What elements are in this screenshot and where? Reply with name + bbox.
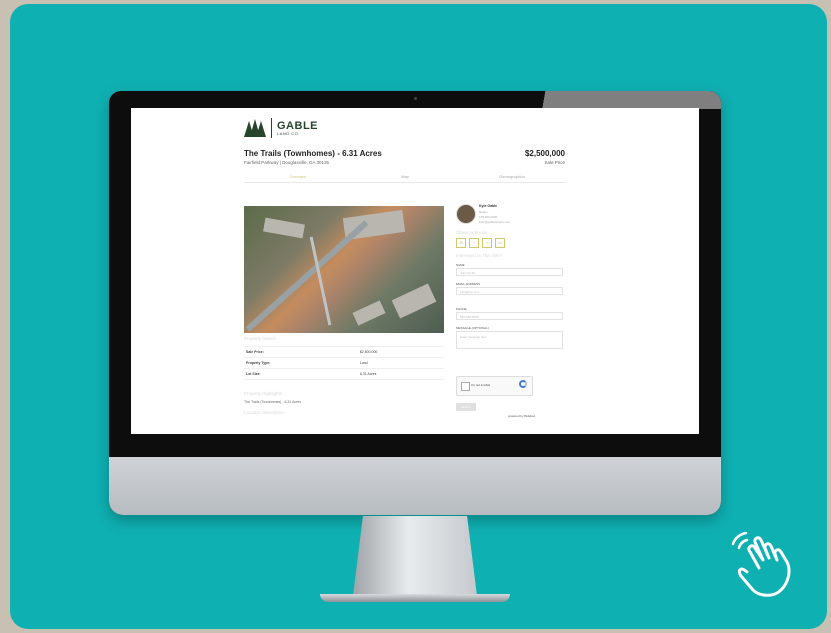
tab-overview[interactable]: Overview <box>244 171 351 182</box>
name-field[interactable]: John Smith <box>456 268 563 276</box>
detail-label: Lot Size: <box>244 368 358 380</box>
screen-glare <box>521 91 721 109</box>
email-share-icon[interactable]: ✉ <box>456 238 466 248</box>
monitor-stand <box>353 516 477 596</box>
listing-title: The Trails (Townhomes) - 6.31 Acres <box>244 149 382 158</box>
phone-field[interactable]: 555-555-5555 <box>456 312 563 320</box>
price-label: Sale Price <box>544 160 565 165</box>
email-label: EMAIL ADDRESS <box>456 282 481 286</box>
phone-label: PHONE <box>456 307 467 311</box>
tab-demographics[interactable]: Demographics <box>459 171 566 182</box>
listing-address: Fairfield Parkway | Douglasville, GA 301… <box>244 160 329 165</box>
table-row: Sale Price: $2,500,000 <box>244 346 444 358</box>
agent-avatar[interactable] <box>456 204 476 224</box>
table-row: Property Type: Land <box>244 357 444 369</box>
listing-price: $2,500,000 <box>524 149 565 158</box>
message-label: MESSAGE (OPTIONAL) <box>456 326 489 330</box>
highlight-item: The Trails (Townhomes) - 6.31 Acres <box>244 400 301 404</box>
linkedin-share-icon[interactable]: in <box>495 238 505 248</box>
camera-dot <box>414 97 417 100</box>
detail-value: $2,500,000 <box>357 346 444 358</box>
monitor-chin <box>109 457 721 515</box>
social-share-bar: ✉ f t in <box>456 238 505 248</box>
logo-name: GABLE <box>277 119 318 132</box>
pine-trees-icon <box>244 119 266 137</box>
agent-name[interactable]: Kyle Gable <box>479 204 497 208</box>
detail-value: 6.31 Acres <box>357 368 444 380</box>
logo-subtitle: LAND CO. <box>277 130 300 136</box>
powered-by-buildout[interactable]: powered by Buildout <box>508 414 535 418</box>
property-details-table: Sale Price: $2,500,000 Property Type: La… <box>244 346 444 380</box>
share-heading: Share to Social <box>456 230 487 235</box>
listing-page-screen: GABLE LAND CO. The Trails (Townhomes) - … <box>131 108 699 434</box>
form-heading: Interested In This Site? <box>456 253 503 258</box>
recaptcha-label: I'm not a robot <box>471 383 491 387</box>
location-description-heading: Location Description <box>244 410 285 415</box>
property-highlights-heading: Property Highlights <box>244 391 283 396</box>
recaptcha-logo-icon <box>519 380 527 388</box>
detail-label: Property Type: <box>244 357 358 369</box>
tab-map[interactable]: Map <box>351 171 458 182</box>
table-row: Lot Size: 6.31 Acres <box>244 368 444 380</box>
listing-tabs: Overview Map Demographics <box>244 171 566 183</box>
agent-role: Broker <box>479 210 488 214</box>
detail-label: Sale Price: <box>244 346 358 358</box>
detail-value: Land <box>357 357 444 369</box>
message-field[interactable]: Enter message here <box>456 331 563 349</box>
name-label: NAME <box>456 263 465 267</box>
twitter-share-icon[interactable]: t <box>482 238 492 248</box>
aerial-property-photo[interactable] <box>244 206 444 333</box>
monitor: GABLE LAND CO. The Trails (Townhomes) - … <box>109 91 721 515</box>
recaptcha-checkbox[interactable] <box>461 382 470 391</box>
company-logo[interactable]: GABLE LAND CO. <box>244 118 318 138</box>
tap-hand-icon <box>731 531 791 597</box>
recaptcha-widget: I'm not a robot <box>456 376 533 396</box>
property-details-heading: Property Details <box>244 336 277 341</box>
agent-phone[interactable]: 678.000.0000 <box>479 215 497 219</box>
agent-email[interactable]: kyle@gablelandco.com <box>479 220 510 224</box>
email-field[interactable]: john@cre.com <box>456 287 563 295</box>
monitor-base <box>320 594 510 602</box>
facebook-share-icon[interactable]: f <box>469 238 479 248</box>
submit-button[interactable]: Submit <box>456 403 476 411</box>
